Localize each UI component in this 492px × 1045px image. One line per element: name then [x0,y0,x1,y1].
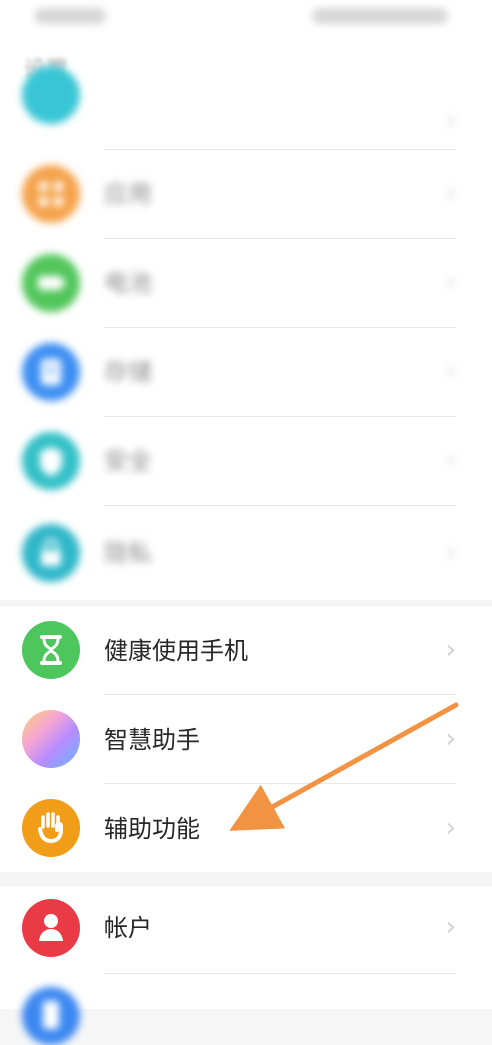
battery-icon [22,254,80,312]
settings-row-accessibility[interactable]: 辅助功能 › [0,784,492,872]
settings-row-security[interactable]: 安全 › [0,417,492,506]
chevron-right-icon: › [445,356,456,386]
settings-row-apps-label: 应用 [104,180,152,208]
settings-row-storage-label: 存储 [104,358,152,386]
chevron-right-icon: › [445,724,456,754]
phone-icon [22,987,80,1045]
settings-row-digital-balance-label: 健康使用手机 [104,637,248,665]
chevron-right-icon: › [445,267,456,297]
chevron-right-icon: › [445,813,456,843]
storage-icon [22,343,80,401]
settings-row-digital-balance[interactable]: 健康使用手机 › [0,606,492,695]
status-right [312,8,448,24]
gradient-orb-icon [22,710,80,768]
grid-icon [22,165,80,223]
settings-row-account[interactable]: 帐户 › [0,886,492,974]
shield-icon [22,432,80,490]
settings-row-apps[interactable]: 应用 › [0,150,492,239]
settings-group-1: › 应用 › 电池 › 存储 › 安全 › 隐私 › [0,66,492,600]
chevron-right-icon: › [445,445,456,475]
chevron-right-icon: › [445,178,456,208]
person-icon [22,899,80,957]
lock-icon [22,524,80,582]
settings-row-smart-assistant-label: 智慧助手 [104,726,200,754]
settings-row-smart-assistant[interactable]: 智慧助手 › [0,695,492,784]
settings-row-account-label: 帐户 [104,914,152,942]
settings-row-battery-label: 电池 [104,269,152,297]
settings-row-privacy[interactable]: 隐私 › [0,506,492,600]
settings-row-storage[interactable]: 存储 › [0,328,492,417]
settings-group-2: 健康使用手机 › 智慧助手 › 辅助功能 › [0,606,492,872]
chevron-right-icon: › [445,635,456,665]
status-left [34,8,106,24]
chevron-right-icon: › [445,105,456,135]
settings-row-accessibility-label: 辅助功能 [104,815,200,843]
settings-row-security-label: 安全 [104,447,152,475]
settings-group-3: 帐户 › [0,886,492,1045]
settings-row-battery[interactable]: 电池 › [0,239,492,328]
hand-icon [22,799,80,857]
settings-row-privacy-label: 隐私 [104,539,152,567]
grid-icon [22,66,80,124]
status-bar [0,0,492,36]
chevron-right-icon: › [445,537,456,567]
settings-row-partial[interactable]: › [0,66,492,150]
hourglass-icon [22,621,80,679]
section-gap [0,872,492,886]
chevron-right-icon: › [445,912,456,942]
settings-row-system[interactable] [0,974,492,1045]
